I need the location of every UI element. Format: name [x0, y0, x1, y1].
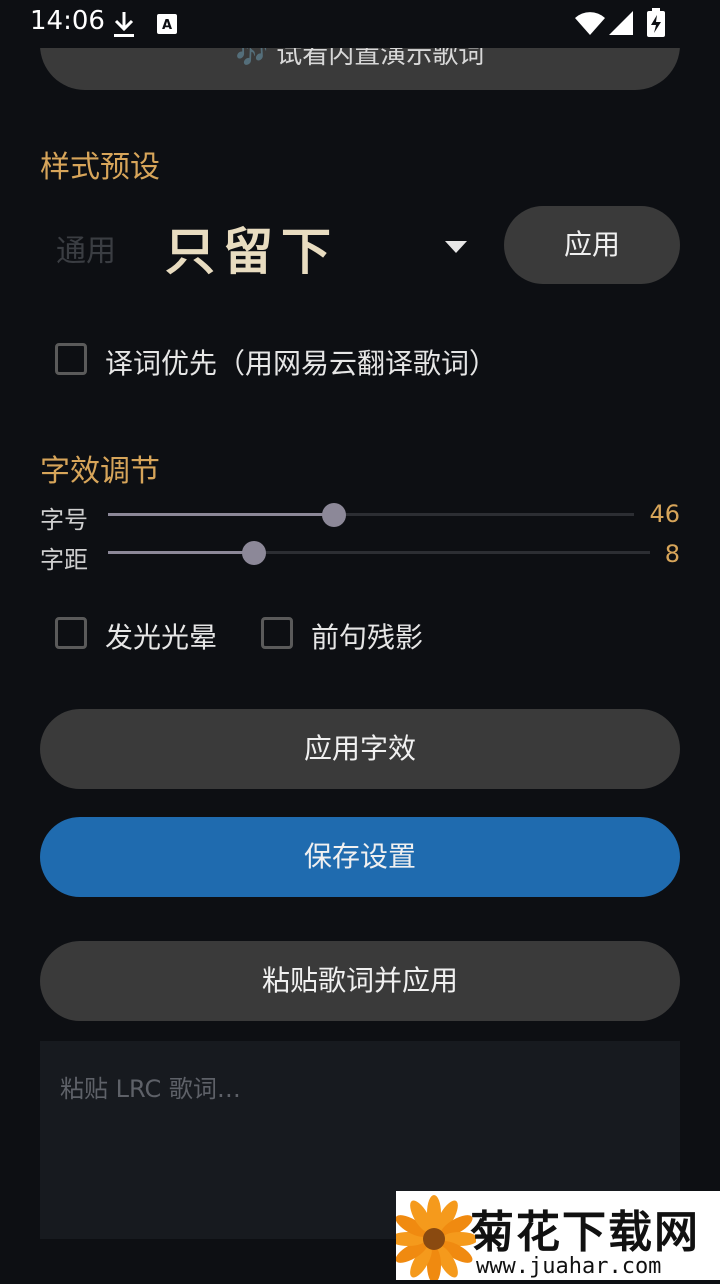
watermark-url: www.juahar.com	[476, 1254, 662, 1279]
daisy-flower-icon	[390, 1195, 478, 1284]
translate-first-checkbox[interactable]	[55, 343, 87, 375]
translate-first-label: 译词优先（用网易云翻译歌词）	[105, 347, 498, 380]
a11y-badge-icon: A	[156, 13, 178, 39]
paste-apply-lyrics-button[interactable]: 粘贴歌词并应用	[40, 941, 680, 1021]
signal-icon	[608, 10, 634, 40]
status-time: 14:06	[30, 6, 105, 36]
preset-preview-text: 只留下	[165, 222, 339, 281]
dropdown-hint: 通用	[56, 234, 116, 269]
font-size-value: 46	[649, 500, 680, 528]
font-size-thumb[interactable]	[322, 503, 346, 527]
letter-spacing-label: 字距	[40, 546, 88, 574]
dropdown-arrow-icon[interactable]	[445, 238, 467, 257]
font-size-label: 字号	[40, 506, 88, 534]
style-preset-title: 样式预设	[40, 150, 160, 185]
letter-spacing-value: 8	[664, 540, 680, 568]
font-size-slider[interactable]	[108, 500, 634, 530]
font-size-fill	[108, 513, 334, 516]
apply-effects-button[interactable]: 应用字效	[40, 709, 680, 789]
download-icon	[112, 10, 136, 42]
text-effects-title: 字效调节	[40, 454, 160, 489]
afterimage-label: 前句残影	[311, 621, 424, 654]
letter-spacing-fill	[108, 551, 254, 554]
letter-spacing-slider[interactable]	[108, 538, 650, 568]
watermark-name: 菊花下载网	[470, 1207, 700, 1258]
glow-label: 发光光晕	[105, 621, 218, 654]
wifi-icon	[574, 10, 606, 40]
afterimage-checkbox[interactable]	[261, 617, 293, 649]
battery-charging-icon	[646, 8, 666, 42]
save-settings-button[interactable]: 保存设置	[40, 817, 680, 897]
letter-spacing-thumb[interactable]	[242, 541, 266, 565]
apply-preset-button[interactable]: 应用	[504, 206, 680, 284]
status-bar: 14:06 A	[0, 0, 720, 48]
svg-text:A: A	[162, 18, 172, 33]
glow-checkbox[interactable]	[55, 617, 87, 649]
